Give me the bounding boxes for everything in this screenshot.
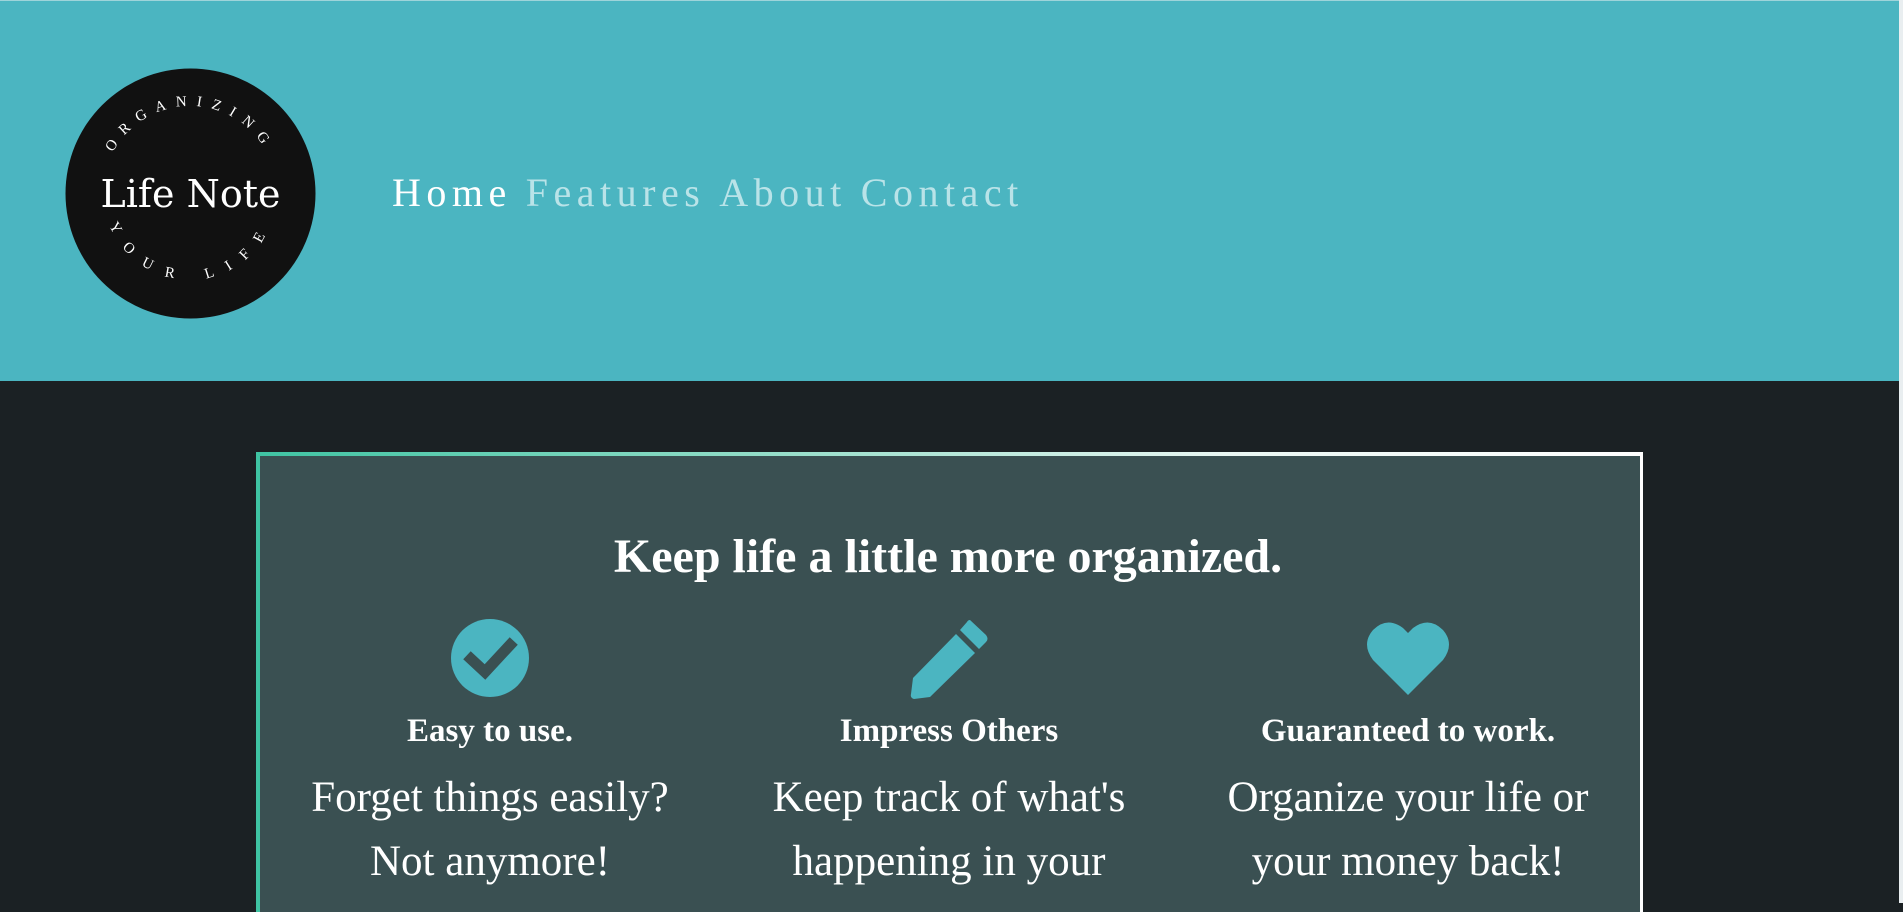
panel-left-border — [256, 452, 260, 912]
feature-guaranteed: Guaranteed to work. Organize your life o… — [1208, 617, 1608, 894]
panel-title: Keep life a little more organized. — [613, 530, 1283, 583]
nav-about[interactable]: About — [719, 169, 847, 216]
feature-heading: Guaranteed to work. — [1260, 713, 1556, 749]
feature-text: Forget things easily? Not anymore! — [311, 774, 669, 885]
nav-home[interactable]: Home — [392, 169, 512, 216]
logo-badge: ORGANIZING YOUR LIFE Life Note — [65, 68, 316, 319]
site-header: ORGANIZING YOUR LIFE Life Note Home Feat… — [0, 0, 1899, 381]
heart-icon — [1208, 617, 1608, 699]
feature-text: Keep track of what's happening in your — [772, 774, 1126, 885]
panel-top-border — [256, 452, 1643, 456]
nav-contact[interactable]: Contact — [861, 169, 1024, 216]
feature-text: Organize your life or your money back! — [1227, 774, 1589, 885]
check-circle-icon — [290, 617, 690, 699]
feature-heading: Easy to use. — [407, 713, 573, 749]
feature-heading: Impress Others — [839, 713, 1059, 749]
nav-features[interactable]: Features — [526, 169, 706, 216]
logo[interactable]: ORGANIZING YOUR LIFE Life Note — [65, 68, 316, 319]
feature-easy: Easy to use. Forget things easily? Not a… — [290, 617, 690, 894]
scrollbar[interactable] — [1899, 0, 1903, 903]
pencil-icon — [749, 617, 1149, 699]
main-nav: Home Features About Contact — [392, 169, 1038, 216]
logo-name: Life Note — [101, 172, 281, 216]
feature-impress: Impress Others Keep track of what's happ… — [749, 617, 1149, 894]
features-panel: Keep life a little more organized. Easy … — [256, 452, 1643, 912]
